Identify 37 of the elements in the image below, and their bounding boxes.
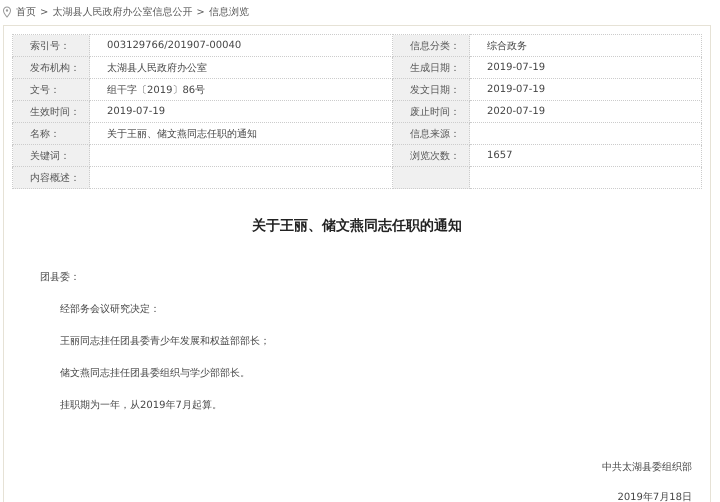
field-value: 太湖县人民政府办公室 xyxy=(107,62,207,74)
field-label: 发文日期： xyxy=(410,84,460,96)
field-label: 生成日期： xyxy=(410,62,460,74)
field-value: 003129766/201907-00040 xyxy=(107,40,242,51)
field-label: 浏览次数： xyxy=(410,150,460,162)
breadcrumb-separator: > xyxy=(196,6,205,18)
field-label: 生效时间： xyxy=(12,100,90,122)
issue-date: 2019年7月18日 xyxy=(617,492,692,502)
field-value: 综合政务 xyxy=(487,40,527,52)
field-label: 名称： xyxy=(12,122,90,144)
field-label: 发布机构： xyxy=(12,56,90,78)
paragraph: 挂职期为一年，从2019年7月起算。 xyxy=(60,400,222,411)
article-title: 关于王丽、储文燕同志任职的通知 xyxy=(250,217,463,235)
field-label: 文号： xyxy=(12,78,90,100)
field-label: 关键词： xyxy=(12,144,90,166)
location-pin-icon xyxy=(2,6,12,18)
field-value: 组干字〔2019〕86号 xyxy=(107,84,206,96)
signature: 中共太湖县委组织部 xyxy=(602,462,692,473)
breadcrumb-separator: > xyxy=(40,6,48,18)
field-label: 信息分类： xyxy=(410,40,460,52)
field-label: 废止时间： xyxy=(410,106,460,118)
paragraph: 储文燕同志挂任团县委组织与学少部部长。 xyxy=(60,368,250,379)
breadcrumb-link[interactable]: 太湖县人民政府办公室信息公开 xyxy=(52,5,192,19)
field-value: 2020-07-19 xyxy=(487,106,546,117)
field-value: 2019-07-19 xyxy=(487,84,546,95)
field-value: 2019-07-19 xyxy=(487,62,546,73)
breadcrumb-link[interactable]: 信息浏览 xyxy=(208,5,249,19)
field-value: 1657 xyxy=(487,150,512,161)
field-label: 信息来源： xyxy=(410,128,460,140)
breadcrumb-link[interactable]: 首页 xyxy=(16,5,36,19)
field-label: 内容概述： xyxy=(12,166,90,188)
field-value: 2019-07-19 xyxy=(107,106,166,117)
paragraph: 经部务会议研究决定： xyxy=(60,304,160,315)
paragraph: 王丽同志挂任团县委青少年发展和权益部部长； xyxy=(60,336,270,347)
field-label: 索引号： xyxy=(12,34,90,56)
salutation: 团县委： xyxy=(40,272,80,283)
field-value: 关于王丽、储文燕同志任职的通知 xyxy=(107,128,257,140)
